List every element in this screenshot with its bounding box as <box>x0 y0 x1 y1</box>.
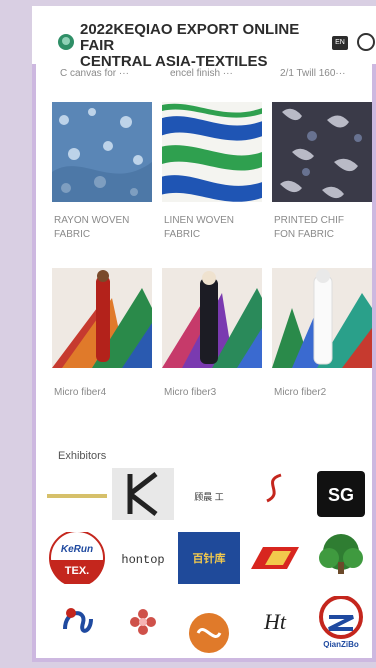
exhibitor-logo[interactable]: SG <box>310 468 372 520</box>
product-caption: Micro fiber4 <box>54 387 107 398</box>
language-icon[interactable]: EN <box>332 36 348 50</box>
app-frame: 2022KEQIAO EXPORT ONLINE FAIR CENTRAL AS… <box>32 6 376 662</box>
exhibitor-logo[interactable] <box>244 532 306 584</box>
product-card[interactable]: Micro fiber4 <box>52 268 152 418</box>
exhibitor-logo[interactable] <box>178 602 240 654</box>
exhibitor-logo[interactable]: hontop <box>112 534 174 586</box>
product-caption: LINEN WOVEN FABRIC <box>164 215 235 240</box>
exhibitor-logo[interactable]: QianZiBo <box>310 596 372 648</box>
exhibitor-logo[interactable] <box>112 468 174 520</box>
fabric-image-rayon <box>52 102 152 202</box>
product-card[interactable]: RAYON WOVEN FABRIC <box>52 102 152 262</box>
product-card[interactable]: Micro fiber2 <box>272 268 372 418</box>
sg-mark: SG <box>328 485 354 505</box>
search-icon[interactable] <box>357 33 375 51</box>
exhibitor-logo[interactable]: 顾晨 工 <box>178 470 240 522</box>
svg-text:KeRun: KeRun <box>61 544 93 555</box>
exhibitor-logo[interactable]: 百针库 <box>178 532 240 584</box>
exhibitor-logo[interactable]: KeRun TEX. <box>46 532 108 584</box>
product-caption: Micro fiber2 <box>274 387 327 398</box>
product-caption: Micro fiber3 <box>164 387 217 398</box>
fabric-image-micro-fiber3 <box>162 268 262 368</box>
title-line-2: CENTRAL ASIA-TEXTILES <box>80 53 268 70</box>
header: 2022KEQIAO EXPORT ONLINE FAIR CENTRAL AS… <box>32 6 376 70</box>
svg-text:QianZiBo: QianZiBo <box>323 640 359 648</box>
fabric-image-chiffon <box>272 102 372 202</box>
product-card[interactable]: Micro fiber3 <box>162 268 262 418</box>
exhibitor-logo[interactable] <box>46 470 108 522</box>
exhibitors-heading: Exhibitors <box>58 450 107 462</box>
product-caption: PRINTED CHIF FON FABRIC <box>274 215 344 240</box>
exhibitor-logo[interactable] <box>310 532 372 584</box>
page-title: 2022KEQIAO EXPORT ONLINE FAIR CENTRAL AS… <box>80 22 330 70</box>
fabric-image-linen <box>162 102 262 202</box>
product-caption: RAYON WOVEN FABRIC <box>54 215 130 240</box>
product-card[interactable]: LINEN WOVEN FABRIC <box>162 102 262 262</box>
title-line-1: 2022KEQIAO EXPORT ONLINE FAIR <box>80 21 300 54</box>
exhibitor-logo[interactable] <box>112 596 174 648</box>
exhibitor-logo[interactable] <box>244 468 306 520</box>
globe-icon <box>58 34 74 50</box>
fabric-image-micro-fiber4 <box>52 268 152 368</box>
svg-text:TEX.: TEX. <box>65 565 89 577</box>
product-card[interactable]: PRINTED CHIF FON FABRIC <box>272 102 372 262</box>
exhibitor-logo[interactable] <box>46 596 108 648</box>
fabric-image-micro-fiber2 <box>272 268 372 368</box>
exhibitor-logo[interactable]: Ht <box>244 596 306 648</box>
